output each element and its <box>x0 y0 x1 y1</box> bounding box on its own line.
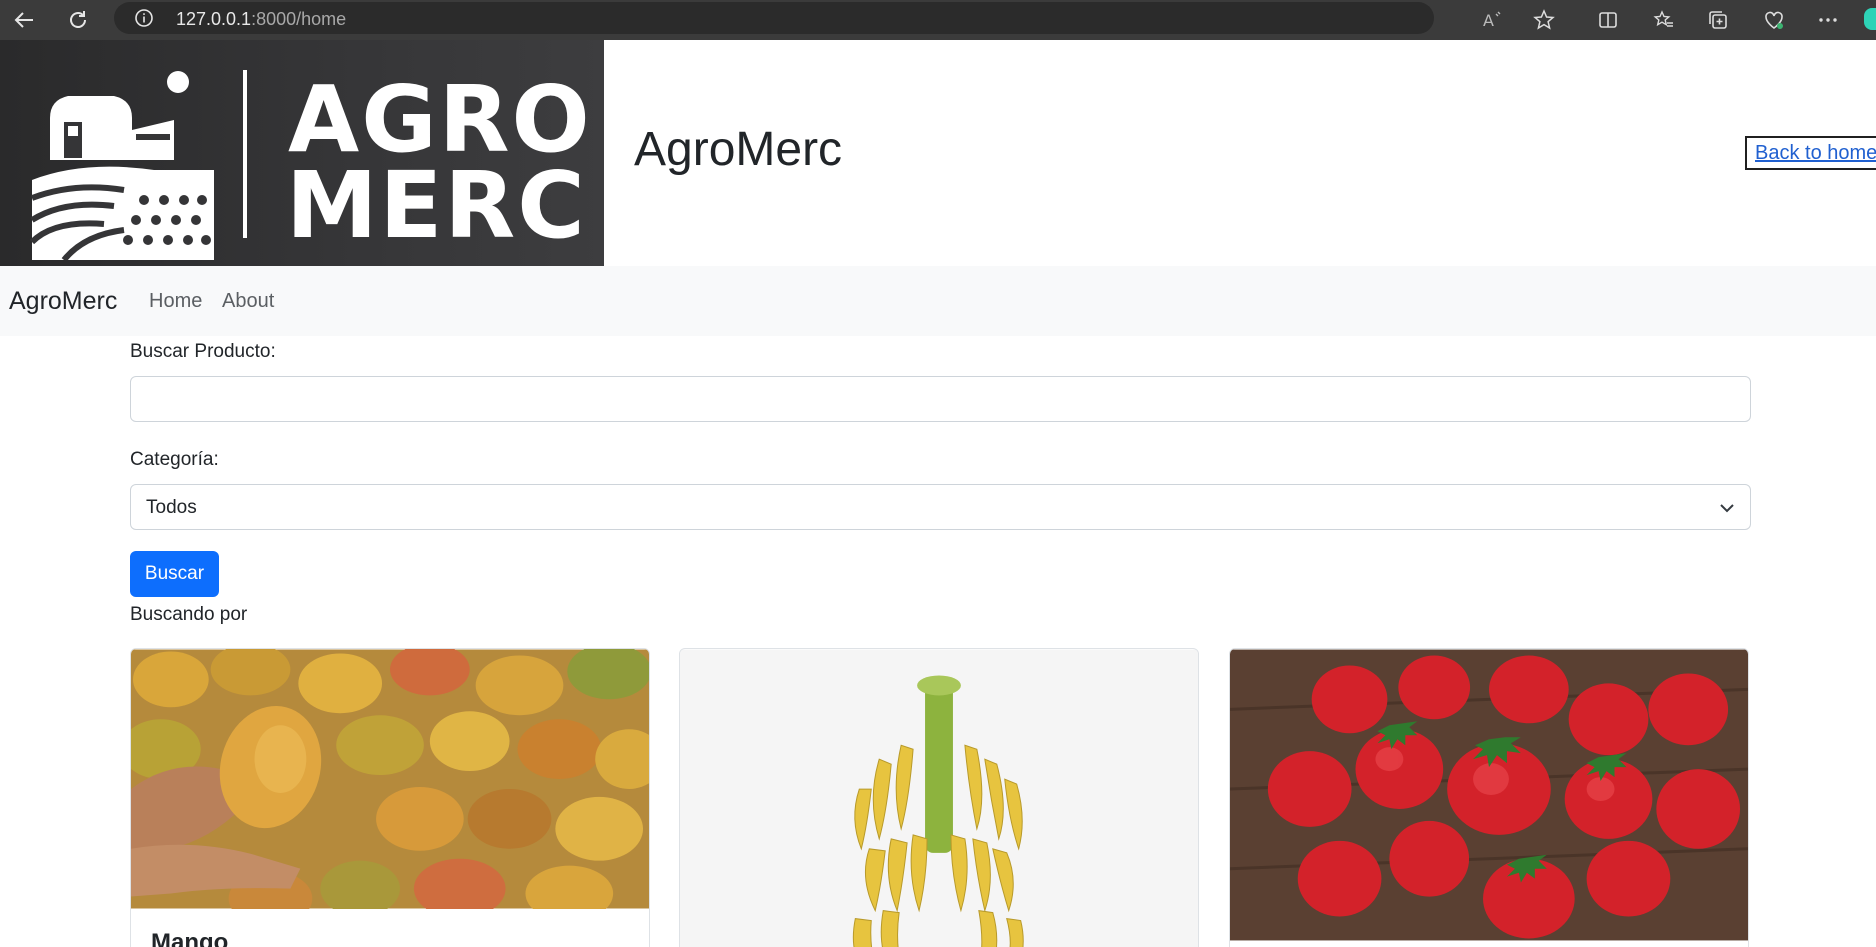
searching-text: Buscando por <box>130 604 248 625</box>
navbar-brand[interactable]: AgroMerc <box>9 287 117 316</box>
chevron-down-icon <box>1720 504 1734 513</box>
product-title: Mango <box>151 929 229 947</box>
reload-icon[interactable] <box>62 4 94 36</box>
strawberries-photo <box>1230 649 1748 941</box>
agromerc-logo[interactable]: AGRO MERC <box>0 40 604 266</box>
collections-icon[interactable] <box>1702 4 1734 36</box>
read-aloud-icon[interactable]: A <box>1476 4 1508 36</box>
split-screen-icon[interactable] <box>1592 4 1624 36</box>
back-to-home-link[interactable]: Back to home <box>1745 136 1876 170</box>
product-card[interactable]: Mango <box>130 648 650 947</box>
more-options-icon[interactable] <box>1812 4 1844 36</box>
navbar: AgroMerc Home About <box>0 266 1876 336</box>
site-header: AGRO MERC AgroMerc Back to home <box>0 40 1876 266</box>
farm-barn-icon <box>29 71 214 260</box>
url-text: 127.0.0.1:8000/home <box>176 9 346 30</box>
url-host: 127.0.0.1 <box>176 9 252 29</box>
nav-link-about[interactable]: About <box>222 290 274 313</box>
search-label: Buscar Producto: <box>130 341 276 362</box>
logo-divider <box>243 70 247 238</box>
search-button[interactable]: Buscar <box>130 551 219 597</box>
favorite-star-icon[interactable] <box>1528 4 1560 36</box>
logo-word-merc: MERC <box>286 152 587 259</box>
category-selected-value: Todos <box>146 497 197 518</box>
svg-text:A: A <box>1483 11 1494 30</box>
back-icon[interactable] <box>8 4 40 36</box>
address-bar[interactable]: 127.0.0.1:8000/home <box>114 2 1434 34</box>
search-input[interactable] <box>130 376 1751 422</box>
url-path: :8000/home <box>251 9 347 29</box>
browser-toolbar: 127.0.0.1:8000/home A <box>0 0 1876 40</box>
category-select[interactable]: Todos <box>130 484 1751 530</box>
favorites-list-icon[interactable] <box>1648 4 1680 36</box>
site-info-icon[interactable] <box>134 8 154 28</box>
product-card[interactable] <box>679 648 1199 947</box>
mango-photo <box>131 649 649 909</box>
product-card[interactable] <box>1229 648 1749 947</box>
category-label: Categoría: <box>130 449 219 470</box>
browser-essentials-icon[interactable] <box>1758 4 1790 36</box>
nav-link-home[interactable]: Home <box>149 290 202 313</box>
page-title: AgroMerc <box>634 123 843 176</box>
banana-bunch-photo <box>680 649 1198 947</box>
copilot-icon[interactable] <box>1864 8 1876 30</box>
